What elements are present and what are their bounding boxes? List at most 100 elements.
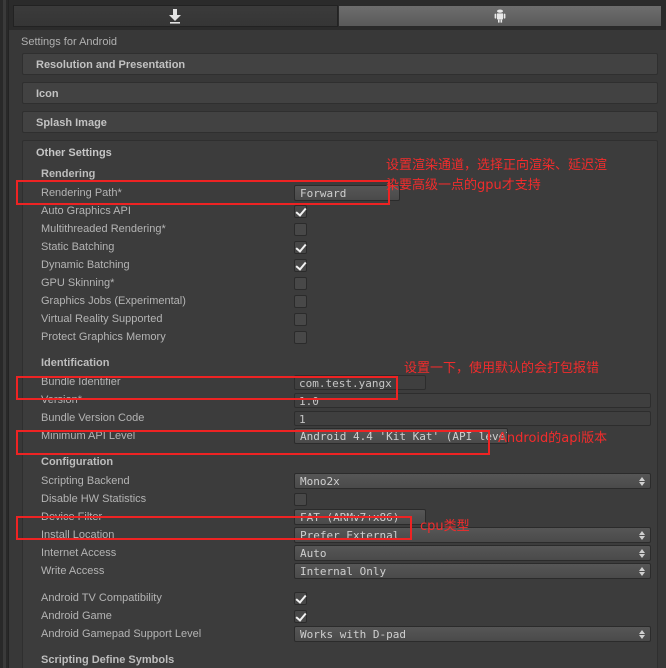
row-bundle-identifier: Bundle Identifier com.test.yangx xyxy=(23,373,657,391)
row-device-filter: Device Filter FAT (ARMv7+x86) xyxy=(23,508,657,526)
tab-standalone[interactable] xyxy=(13,5,338,27)
checkbox-graphics-jobs[interactable] xyxy=(294,294,307,308)
label-static-batching: Static Batching xyxy=(41,241,115,253)
dropdown-install-location[interactable]: Prefer External xyxy=(294,527,651,543)
control-android-tv-compatibility xyxy=(294,591,651,605)
row-protect-graphics-memory: Protect Graphics Memory xyxy=(23,328,657,346)
dropdown-android-gamepad-support-level[interactable]: Works with D-pad xyxy=(294,626,651,642)
control-internet-access: Auto xyxy=(294,545,651,561)
chevron-updown-icon xyxy=(639,547,646,560)
subheading-rendering: Rendering xyxy=(41,168,96,180)
control-virtual-reality-supported xyxy=(294,312,651,326)
checkbox-auto-graphics-api[interactable] xyxy=(294,204,307,218)
spacer-identification-configuration xyxy=(23,445,657,454)
row-static-batching: Static Batching xyxy=(23,238,657,256)
checkbox-android-tv-compatibility[interactable] xyxy=(294,591,307,605)
label-virtual-reality-supported: Virtual Reality Supported xyxy=(41,313,163,325)
checkbox-android-game[interactable] xyxy=(294,609,307,623)
row-multithreaded-rendering: Multithreaded Rendering* xyxy=(23,220,657,238)
label-android-tv-compatibility: Android TV Compatibility xyxy=(41,592,162,604)
row-virtual-reality-supported: Virtual Reality Supported xyxy=(23,310,657,328)
window-left-gutter-strip xyxy=(3,0,6,668)
checkbox-protect-graphics-memory[interactable] xyxy=(294,330,307,344)
window-left-gutter xyxy=(0,0,9,668)
checkbox-static-batching[interactable] xyxy=(294,240,307,254)
chevron-updown-icon xyxy=(639,565,646,578)
label-multithreaded-rendering: Multithreaded Rendering* xyxy=(41,223,166,235)
other-settings-title: Other Settings xyxy=(36,147,112,159)
foldout-icon[interactable]: Icon xyxy=(22,82,658,104)
android-robot-icon xyxy=(494,9,506,23)
chevron-updown-icon xyxy=(639,529,646,542)
chevron-updown-icon xyxy=(639,628,646,641)
dropdown-write-access[interactable]: Internal Only xyxy=(294,563,651,579)
control-android-game xyxy=(294,609,651,623)
unity-player-settings-window: Settings for Android Resolution and Pres… xyxy=(0,0,666,668)
control-write-access: Internal Only xyxy=(294,563,651,579)
checkbox-virtual-reality-supported[interactable] xyxy=(294,312,307,326)
row-android-game: Android Game xyxy=(23,607,657,625)
control-bundle-version-code: 1 xyxy=(294,410,651,426)
dropdown-internet-access[interactable]: Auto xyxy=(294,545,651,561)
other-settings-section: Other Settings Rendering Rendering Path*… xyxy=(22,140,658,668)
row-graphics-jobs: Graphics Jobs (Experimental) xyxy=(23,292,657,310)
subheading-identification: Identification xyxy=(41,357,110,369)
control-static-batching xyxy=(294,240,651,254)
subheading-scripting-define-symbols: Scripting Define Symbols xyxy=(41,654,175,666)
control-scripting-backend: Mono2x xyxy=(294,473,651,489)
row-auto-graphics-api: Auto Graphics API xyxy=(23,202,657,220)
label-android-game: Android Game xyxy=(41,610,112,622)
label-device-filter: Device Filter xyxy=(41,511,103,523)
dropdown-scripting-backend[interactable]: Mono2x xyxy=(294,473,651,489)
label-gpu-skinning: GPU Skinning* xyxy=(41,277,115,289)
row-gpu-skinning: GPU Skinning* xyxy=(23,274,657,292)
row-dynamic-batching: Dynamic Batching xyxy=(23,256,657,274)
control-multithreaded-rendering xyxy=(294,222,651,236)
control-auto-graphics-api xyxy=(294,204,651,218)
label-dynamic-batching: Dynamic Batching xyxy=(41,259,130,271)
label-protect-graphics-memory: Protect Graphics Memory xyxy=(41,331,166,343)
row-version: Version* 1.0 xyxy=(23,391,657,409)
subheading-configuration: Configuration xyxy=(41,456,114,468)
label-internet-access: Internet Access xyxy=(41,547,117,559)
dropdown-rendering-path[interactable]: Forward xyxy=(294,185,400,201)
row-disable-hw-statistics: Disable HW Statistics xyxy=(23,490,657,508)
download-icon xyxy=(168,8,182,24)
tab-android[interactable] xyxy=(337,5,662,27)
checkbox-gpu-skinning[interactable] xyxy=(294,276,307,290)
control-protect-graphics-memory xyxy=(294,330,651,344)
control-dynamic-batching xyxy=(294,258,651,272)
input-bundle-identifier[interactable]: com.test.yangx xyxy=(294,374,426,390)
checkbox-disable-hw-statistics[interactable] xyxy=(294,492,307,506)
control-disable-hw-statistics xyxy=(294,492,651,506)
label-scripting-backend: Scripting Backend xyxy=(41,475,130,487)
label-bundle-version-code: Bundle Version Code xyxy=(41,412,145,424)
row-install-location: Install Location Prefer External xyxy=(23,526,657,544)
row-android-gamepad-support-level: Android Gamepad Support Level Works with… xyxy=(23,625,657,643)
input-bundle-version-code[interactable]: 1 xyxy=(294,410,651,426)
row-minimum-api-level: Minimum API Level Android 4.4 'Kit Kat' … xyxy=(23,427,657,445)
foldout-splash-image[interactable]: Splash Image xyxy=(22,111,658,133)
foldout-resolution-and-presentation[interactable]: Resolution and Presentation xyxy=(22,53,658,75)
label-install-location: Install Location xyxy=(41,529,115,541)
input-version[interactable]: 1.0 xyxy=(294,392,651,408)
row-rendering-path: Rendering Path* Forward xyxy=(23,184,657,202)
label-disable-hw-statistics: Disable HW Statistics xyxy=(41,493,147,505)
row-bundle-version-code: Bundle Version Code 1 xyxy=(23,409,657,427)
spacer-configuration-androidtv xyxy=(23,580,657,589)
dropdown-minimum-api-level[interactable]: Android 4.4 'Kit Kat' (API level 19) xyxy=(294,428,508,444)
dropdown-device-filter[interactable]: FAT (ARMv7+x86) xyxy=(294,509,426,525)
spacer-rendering-identification xyxy=(23,346,657,355)
checkbox-dynamic-batching[interactable] xyxy=(294,258,307,272)
label-version: Version* xyxy=(41,394,82,406)
row-write-access: Write Access Internal Only xyxy=(23,562,657,580)
label-rendering-path: Rendering Path* xyxy=(41,187,122,199)
label-minimum-api-level: Minimum API Level xyxy=(41,430,136,442)
checkbox-multithreaded-rendering[interactable] xyxy=(294,222,307,236)
label-auto-graphics-api: Auto Graphics API xyxy=(41,205,131,217)
control-rendering-path: Forward xyxy=(294,185,651,201)
chevron-updown-icon xyxy=(639,475,646,488)
label-bundle-identifier: Bundle Identifier xyxy=(41,376,121,388)
spacer-gamepad-scripting xyxy=(23,643,657,652)
control-install-location: Prefer External xyxy=(294,527,651,543)
